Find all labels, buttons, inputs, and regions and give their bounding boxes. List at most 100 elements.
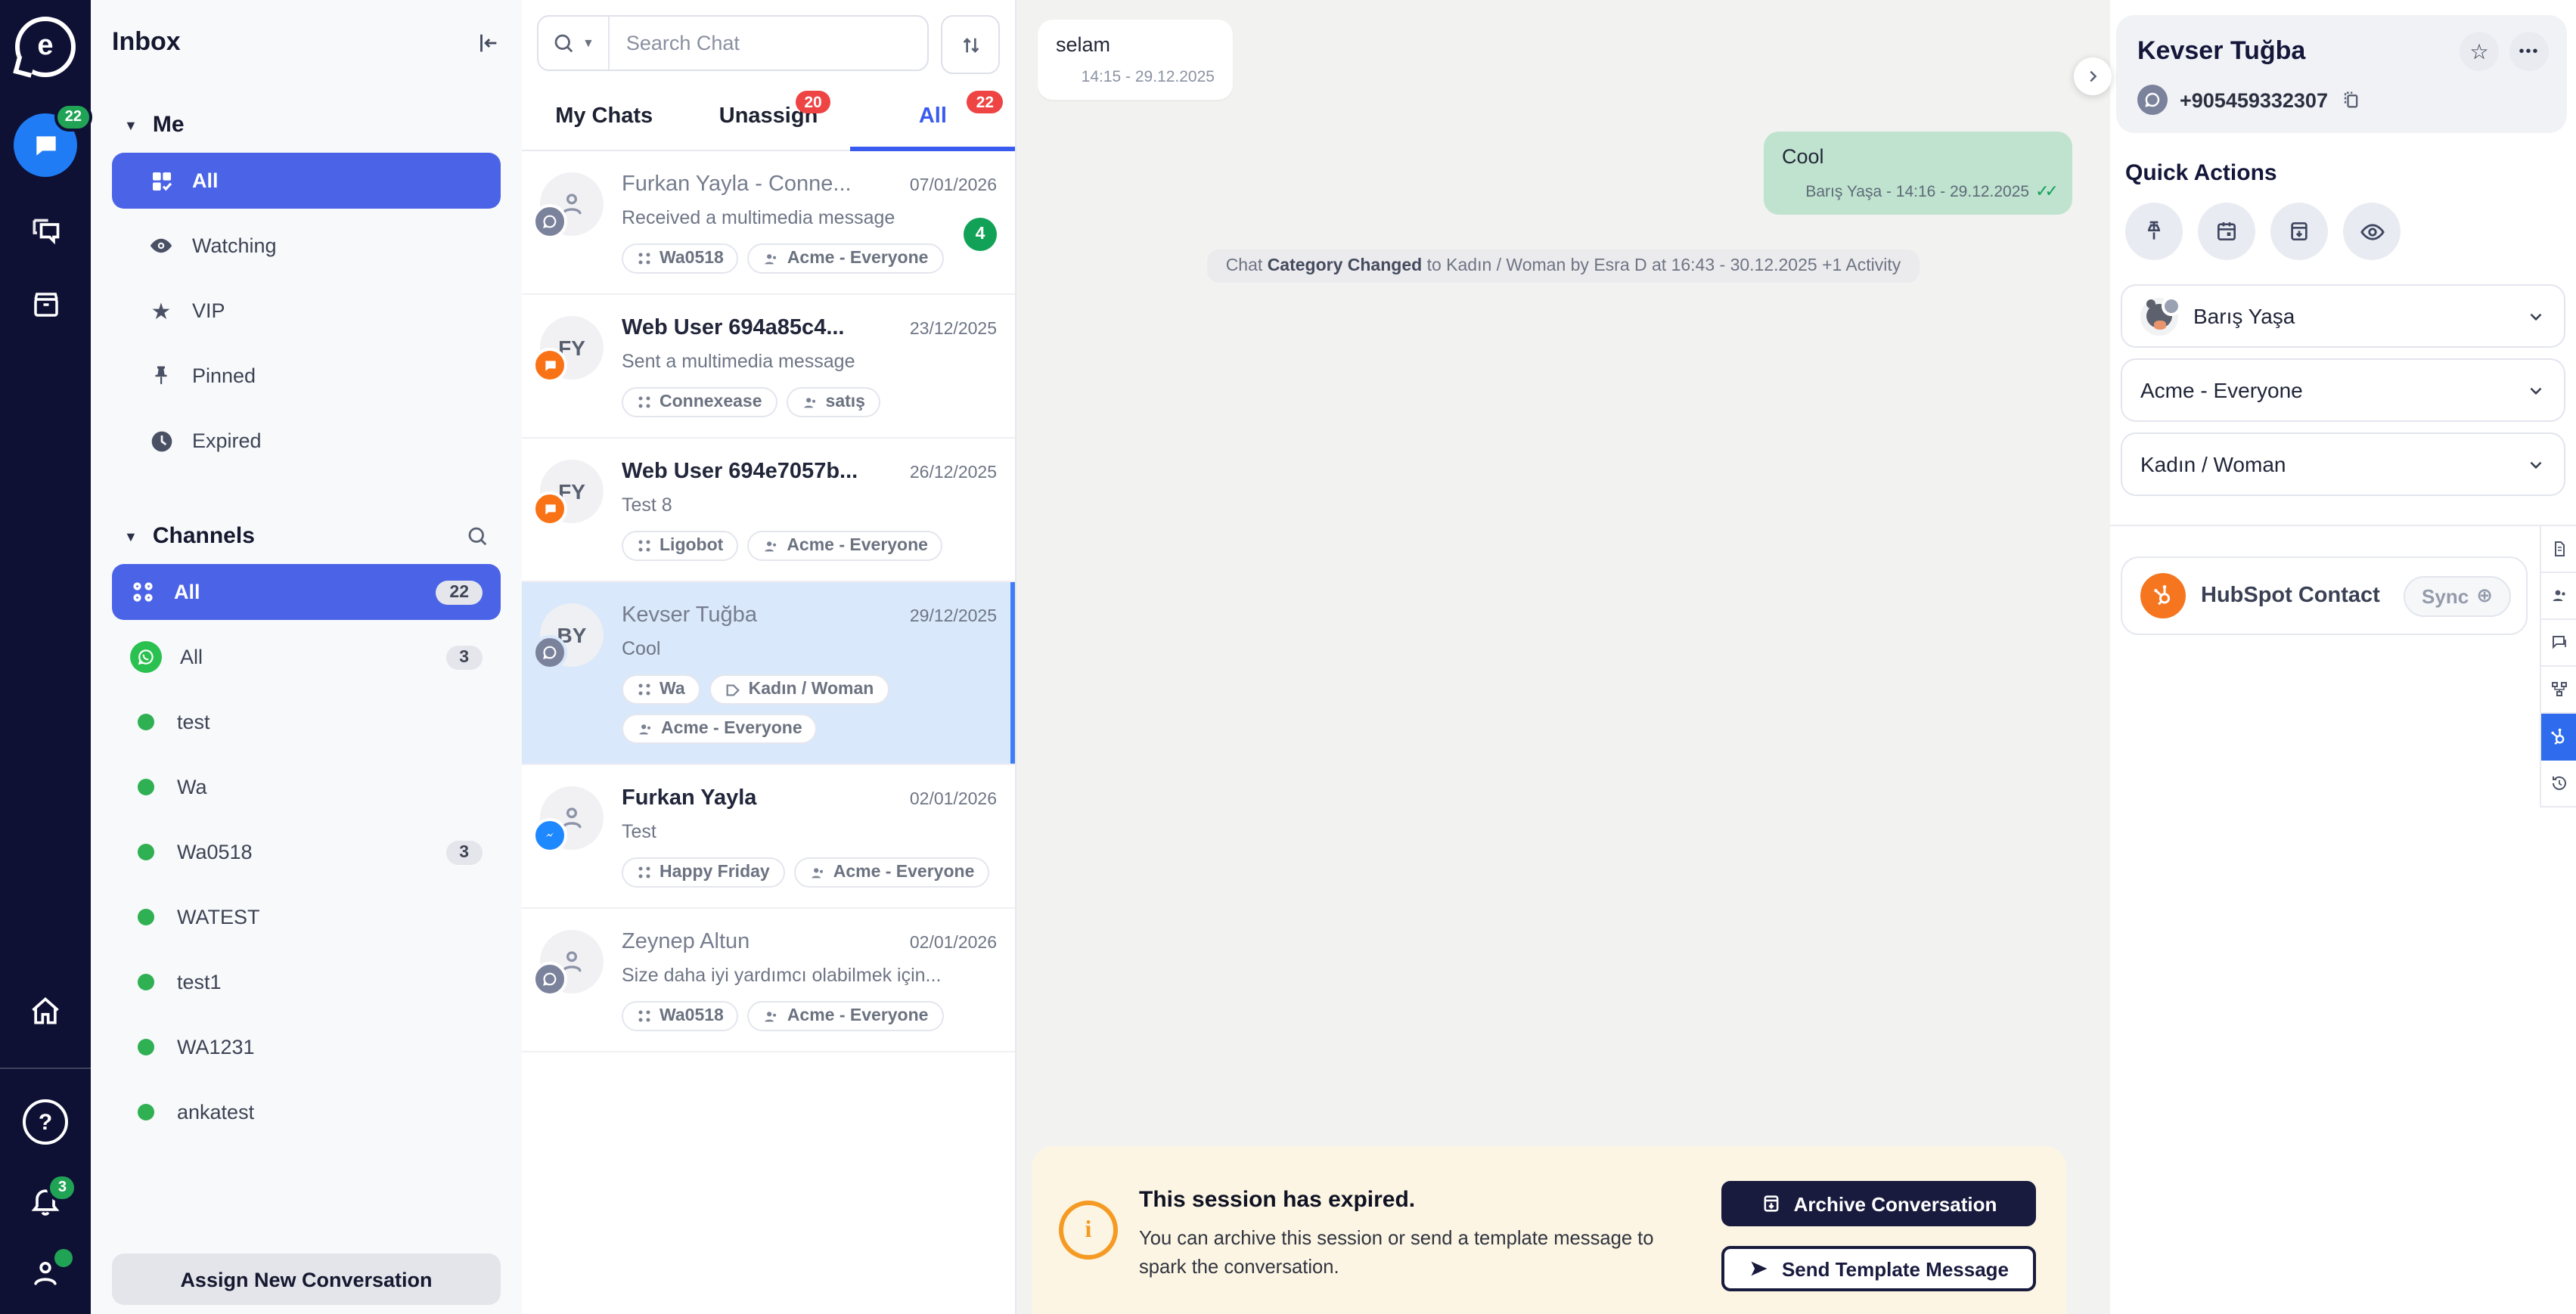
- conversation-row[interactable]: FY Web User 694e7057b... 26/12/2025 Test…: [522, 439, 1015, 582]
- watch-button[interactable]: [2343, 203, 2401, 260]
- channel-count-badge: 22: [436, 580, 483, 604]
- category-dropdown[interactable]: Kadın / Woman: [2121, 432, 2565, 496]
- sidebar-item-me-all[interactable]: All: [112, 153, 501, 209]
- message-text: Cool: [1782, 145, 2054, 168]
- channel-status-dot: [138, 1104, 154, 1120]
- favorite-star-button[interactable]: ☆: [2460, 32, 2499, 71]
- search-chat-input[interactable]: [610, 32, 927, 54]
- tab-hubspot-active[interactable]: [2541, 714, 2576, 761]
- expired-description: You can archive this session or send a t…: [1139, 1225, 1661, 1281]
- team-chip: Acme - Everyone: [622, 714, 818, 744]
- contact-phone: +905459332307: [2180, 88, 2328, 111]
- search-scope-button[interactable]: ▼: [538, 17, 610, 70]
- tab-my-chats[interactable]: My Chats: [522, 83, 686, 150]
- unassign-count-badge: 20: [795, 91, 830, 113]
- sidebar-channel-watest[interactable]: WATEST: [112, 889, 501, 945]
- tab-notes[interactable]: [2541, 526, 2576, 573]
- chevron-down-icon[interactable]: ▼: [124, 528, 138, 544]
- contact-card: Kevser Tuğba ☆ ••• +905459332307: [2116, 15, 2567, 133]
- team-chip: satış: [787, 387, 880, 417]
- assign-new-conversation-button[interactable]: Assign New Conversation: [112, 1254, 501, 1305]
- conversation-row[interactable]: FY Web User 694a85c4... 23/12/2025 Sent …: [522, 295, 1015, 439]
- whatsapp-channel-icon: [532, 204, 567, 239]
- channel-chip: Wa0518: [622, 1001, 739, 1031]
- search-icon: [552, 32, 575, 54]
- archive-conversation-button[interactable]: Archive Conversation: [1721, 1181, 2036, 1226]
- search-chat-box: ▼: [537, 15, 929, 71]
- nav-archive[interactable]: [29, 289, 61, 321]
- sidebar-item-expired[interactable]: Expired: [112, 413, 501, 469]
- pin-conversation-button[interactable]: [2125, 203, 2183, 260]
- schedule-button[interactable]: [2198, 203, 2255, 260]
- nav-profile[interactable]: [29, 1257, 62, 1290]
- tab-flows[interactable]: [2541, 667, 2576, 714]
- tab-unassign[interactable]: Unassign 20: [686, 83, 850, 150]
- sidebar-channel-wa1231[interactable]: WA1231: [112, 1019, 501, 1075]
- archive-button[interactable]: [2270, 203, 2328, 260]
- team-dropdown[interactable]: Acme - Everyone: [2121, 358, 2565, 422]
- sidebar-channel-wa[interactable]: Wa: [112, 759, 501, 815]
- messenger-channel-icon: [532, 818, 567, 853]
- sort-conversations-button[interactable]: [941, 15, 1000, 74]
- team-chip: Acme - Everyone: [748, 1001, 944, 1031]
- grid-icon: [637, 251, 652, 266]
- more-options-button[interactable]: •••: [2509, 32, 2549, 71]
- conversation-date: 29/12/2025: [910, 608, 997, 626]
- conversation-preview: Cool: [622, 638, 997, 659]
- pin-icon: [148, 364, 174, 387]
- nav-home[interactable]: [29, 995, 62, 1028]
- sidebar-channel-wa0518[interactable]: Wa0518 3: [112, 824, 501, 880]
- conversation-row-selected[interactable]: BY Kevser Tuğba 29/12/2025 Cool Wa Kadın…: [522, 582, 1015, 765]
- sidebar-channel-test1[interactable]: test1: [112, 954, 501, 1010]
- conversation-row[interactable]: Zeynep Altun 02/01/2026 Size daha iyi ya…: [522, 909, 1015, 1052]
- channel-status-dot: [138, 714, 154, 730]
- session-expired-banner: i This session has expired. You can arch…: [1032, 1146, 2066, 1314]
- expand-panel-button[interactable]: [2074, 57, 2112, 95]
- message-text: selam: [1056, 33, 1215, 56]
- sidebar-channel-ankatest[interactable]: ankatest: [112, 1084, 501, 1140]
- info-icon: i: [1059, 1201, 1118, 1260]
- conversation-row[interactable]: Furkan Yayla - Conne... 07/01/2026 Recei…: [522, 151, 1015, 295]
- channel-status-dot: [138, 779, 154, 795]
- nav-notifications[interactable]: 3: [29, 1184, 62, 1217]
- hubspot-contact-card: HubSpot Contact Sync⊕: [2121, 556, 2528, 635]
- hubspot-sync-button[interactable]: Sync⊕: [2404, 575, 2511, 616]
- sidebar-channel-all[interactable]: All 22: [112, 564, 501, 620]
- quick-actions-title: Quick Actions: [2125, 160, 2576, 186]
- whatsapp-channel-icon: [532, 962, 567, 996]
- sidebar-item-vip[interactable]: ★ VIP: [112, 283, 501, 339]
- hubspot-icon: [2140, 573, 2186, 618]
- channels-search-icon[interactable]: [466, 525, 489, 547]
- sidebar-channel-test[interactable]: test: [112, 694, 501, 750]
- section-title-me: Me: [153, 112, 489, 138]
- conversation-preview: Test 8: [622, 494, 997, 516]
- conversation-row[interactable]: Furkan Yayla 02/01/2026 Test Happy Frida…: [522, 765, 1015, 909]
- nav-conversations[interactable]: [29, 216, 62, 249]
- sidebar-channel-whatsapp-all[interactable]: All 3: [112, 629, 501, 685]
- question-icon: ?: [23, 1099, 68, 1145]
- grid-check-icon: [148, 169, 174, 193]
- collapse-sidebar-icon[interactable]: [475, 29, 501, 55]
- chevron-down-icon[interactable]: ▼: [124, 117, 138, 132]
- send-template-message-button[interactable]: Send Template Message: [1721, 1246, 2036, 1291]
- chevron-down-icon: [2526, 306, 2546, 326]
- all-count-badge: 22: [967, 91, 1003, 113]
- app-logo-icon[interactable]: e: [15, 17, 76, 77]
- grid-icon: [637, 1009, 652, 1024]
- people-icon: [763, 1008, 780, 1024]
- nav-help[interactable]: ?: [23, 1099, 68, 1145]
- tab-conversations[interactable]: [2541, 620, 2576, 667]
- nav-inbox-active[interactable]: 22: [14, 113, 77, 177]
- copy-icon[interactable]: [2340, 89, 2361, 110]
- nav-rail: e 22 ? 3: [0, 0, 91, 1314]
- conversation-name: Furkan Yayla - Conne...: [622, 172, 910, 197]
- sidebar-item-watching[interactable]: Watching: [112, 218, 501, 274]
- assignee-dropdown[interactable]: Barış Yaşa: [2121, 284, 2565, 348]
- sidebar-title: Inbox: [112, 27, 475, 57]
- conversation-date: 07/01/2026: [910, 177, 997, 195]
- tab-contacts[interactable]: [2541, 573, 2576, 620]
- sidebar-item-pinned[interactable]: Pinned: [112, 348, 501, 404]
- tab-history[interactable]: [2541, 761, 2576, 807]
- tab-all[interactable]: All 22: [851, 83, 1015, 150]
- unread-count-badge: 4: [964, 218, 997, 251]
